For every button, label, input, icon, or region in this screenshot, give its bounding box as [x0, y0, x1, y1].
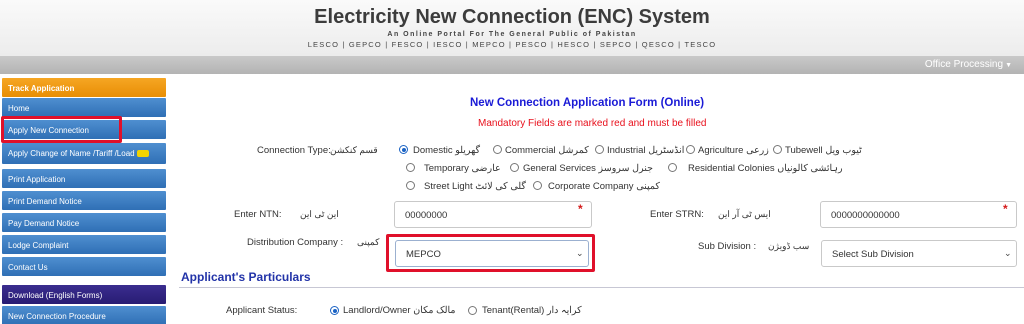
option-street-light-label: Street Light گلی کی لائٹ — [424, 181, 526, 192]
chevron-down-icon: ⌄ — [1004, 248, 1012, 258]
highlight-box — [1, 116, 122, 143]
sidebar-item-label: New Connection Procedure — [8, 312, 106, 321]
ntn-label: Enter NTN: — [234, 209, 282, 220]
section-title-applicant: Applicant's Particulars — [181, 270, 311, 284]
sidebar-item-label: Apply Change of Name /Tariff /Load — [8, 149, 135, 158]
distribution-company-label: Distribution Company : — [247, 237, 344, 248]
connection-type-label: Connection Type: — [257, 145, 331, 156]
strn-input[interactable]: 0000000000000 — [820, 201, 1017, 228]
connection-type-label-urdu: قسم کنکشن — [330, 145, 378, 155]
radio-tubewell[interactable] — [773, 145, 782, 154]
radio-landlord-owner[interactable] — [330, 306, 339, 315]
sub-division-label: Sub Division : — [698, 241, 757, 252]
option-commercial-label: Commercial کمرشل — [505, 145, 589, 156]
sidebar-item-label: Download (English Forms) — [8, 291, 103, 300]
site-title: Electricity New Connection (ENC) System — [314, 6, 710, 28]
sidebar-item-label: Track Application — [8, 84, 75, 93]
required-star-icon: * — [1003, 202, 1008, 216]
applicant-status-label: Applicant Status: — [226, 305, 298, 316]
option-tenant-rental-label: Tenant(Rental) کرایہ دار — [482, 305, 582, 316]
option-residential-colonies-label: Residential Colonies رہائشی کالونیاں — [688, 163, 843, 174]
sidebar-item-print-demand-notice[interactable]: Print Demand Notice — [2, 191, 166, 210]
top-nav-bar: Office Processing ▼ — [0, 56, 1024, 74]
office-processing-menu[interactable]: Office Processing ▼ — [925, 59, 1012, 70]
section-divider — [179, 287, 1024, 288]
sidebar-item-pay-demand-notice[interactable]: Pay Demand Notice — [2, 213, 166, 232]
ntn-input[interactable]: 00000000 — [394, 201, 592, 228]
sub-division-value: Select Sub Division — [832, 249, 914, 260]
sidebar-item-download-forms[interactable]: Download (English Forms) — [2, 285, 166, 304]
ntn-label-urdu: این ٹی این — [300, 209, 339, 219]
highlight-box — [386, 234, 595, 272]
radio-temporary[interactable] — [406, 163, 415, 172]
radio-industrial[interactable] — [595, 145, 604, 154]
radio-street-light[interactable] — [406, 181, 415, 190]
sidebar-item-lodge-complaint[interactable]: Lodge Complaint — [2, 235, 166, 254]
sidebar: Track Application Home Apply New Connect… — [0, 78, 168, 324]
radio-general-services[interactable] — [510, 163, 519, 172]
option-temporary-label: Temporary عارضی — [424, 163, 501, 174]
form-title: New Connection Application Form (Online) — [470, 97, 705, 109]
sidebar-item-label: Pay Demand Notice — [8, 219, 80, 228]
sidebar-item-label: Contact Us — [8, 263, 48, 272]
strn-label-urdu: ایس ٹی آر این — [718, 209, 771, 219]
sub-division-label-urdu: سب ڈویژن — [768, 241, 810, 251]
site-header: Electricity New Connection (ENC) System … — [0, 0, 1024, 56]
site-subtitle: An Online Portal For The General Public … — [387, 31, 637, 38]
radio-domestic[interactable] — [399, 145, 408, 154]
sidebar-item-label: Print Demand Notice — [8, 197, 82, 206]
office-processing-label: Office Processing — [924, 59, 1004, 70]
option-tubewell-label: Tubewell ٹیوب ویل — [785, 145, 862, 156]
option-corporate-company-label: Corporate Company کمپنی — [548, 181, 660, 192]
company-list: LESCO | GEPCO | FESCO | IESCO | MEPCO | … — [307, 40, 717, 49]
sidebar-item-label: Lodge Complaint — [8, 241, 69, 250]
sidebar-item-print-application[interactable]: Print Application — [2, 169, 166, 188]
radio-commercial[interactable] — [493, 145, 502, 154]
strn-label: Enter STRN: — [650, 209, 704, 220]
sidebar-item-label: Home — [8, 104, 30, 113]
sidebar-item-contact-us[interactable]: Contact Us — [2, 257, 166, 276]
radio-residential-colonies[interactable] — [668, 163, 677, 172]
sidebar-item-connection-procedure[interactable]: New Connection Procedure — [2, 306, 166, 324]
sidebar-item-home[interactable]: Home — [2, 98, 166, 117]
option-landlord-owner-label: Landlord/Owner مالک مکان — [343, 305, 456, 316]
radio-tenant-rental[interactable] — [468, 306, 477, 315]
radio-agriculture[interactable] — [686, 145, 695, 154]
sidebar-item-track-application[interactable]: Track Application — [2, 78, 166, 97]
chevron-down-icon: ▼ — [1005, 62, 1012, 69]
option-agriculture-label: Agriculture زرعی — [698, 145, 769, 156]
radio-corporate-company[interactable] — [533, 181, 542, 190]
option-general-services-label: General Services جنرل سروسز — [523, 163, 654, 174]
option-domestic-label: Domestic گھریلو — [413, 145, 481, 156]
required-star-icon: * — [578, 202, 583, 216]
option-industrial-label: Industrial انڈسٹریل — [607, 145, 685, 156]
sidebar-item-apply-change[interactable]: Apply Change of Name /Tariff /Load — [2, 143, 166, 164]
distribution-company-label-urdu: کمپنی — [357, 237, 380, 247]
sub-division-select[interactable]: Select Sub Division — [821, 240, 1017, 267]
sidebar-item-label: Print Application — [8, 175, 66, 184]
mandatory-note: Mandatory Fields are marked red and must… — [478, 118, 707, 129]
new-badge-icon — [136, 150, 149, 158]
